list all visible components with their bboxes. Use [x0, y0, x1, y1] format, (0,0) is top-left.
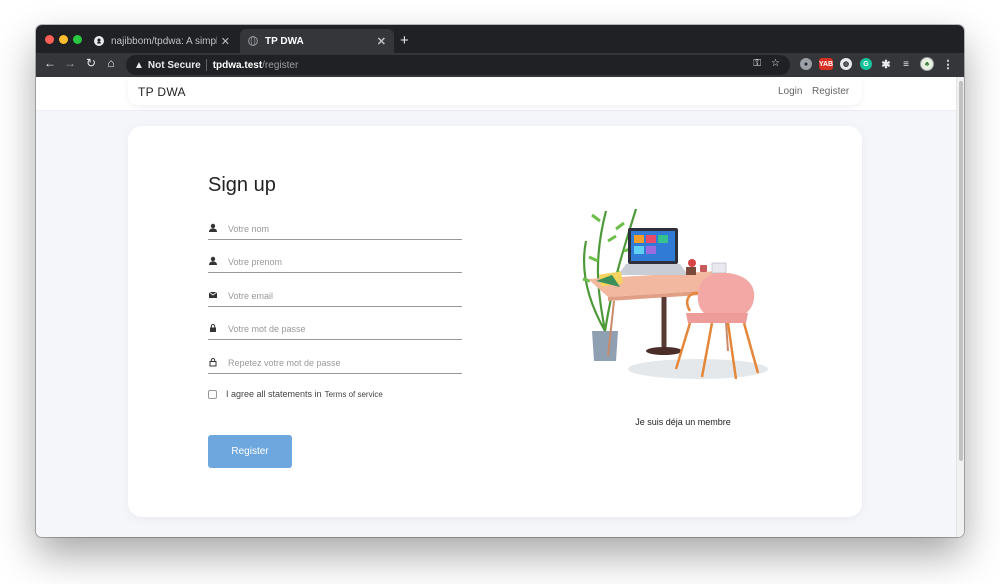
close-window-button[interactable]: [45, 35, 54, 44]
brand-logo[interactable]: TP DWA: [138, 85, 186, 99]
tab-title: TP DWA: [265, 35, 304, 47]
page-title: Sign up: [208, 174, 276, 196]
maximize-window-button[interactable]: [73, 35, 82, 44]
firstname-input[interactable]: [228, 255, 458, 269]
tab-github[interactable]: najibbom/tpdwa: A simple logi ✕: [86, 29, 238, 53]
browser-window: najibbom/tpdwa: A simple logi ✕ TP DWA ✕…: [36, 25, 964, 537]
register-link[interactable]: Register: [812, 86, 849, 97]
menu-icon[interactable]: ⋮: [942, 58, 954, 71]
url-host: tpdwa.test: [212, 59, 263, 71]
page-viewport: TP DWA Login Register Sign up Votre nom …: [36, 77, 964, 537]
password-field[interactable]: [208, 322, 462, 340]
back-icon[interactable]: ←: [42, 56, 58, 70]
firstname-field[interactable]: [208, 255, 462, 273]
puzzle-icon[interactable]: ✱: [880, 58, 892, 71]
star-icon[interactable]: ☆: [771, 58, 780, 69]
tab-title: najibbom/tpdwa: A simple logi: [111, 35, 217, 47]
globe-icon: [248, 36, 258, 46]
password-confirm-input[interactable]: [228, 356, 458, 370]
name-field[interactable]: [208, 222, 462, 240]
agree-text: I agree all statements in: [226, 389, 322, 399]
scrollbar[interactable]: [956, 77, 964, 537]
divider: [205, 59, 207, 71]
navbar: TP DWA Login Register: [128, 77, 862, 105]
warning-icon: ▲: [134, 59, 144, 71]
url-path: /register: [262, 59, 299, 71]
desk-illustration: [582, 208, 768, 380]
name-input[interactable]: [228, 222, 458, 236]
extension-circle-icon[interactable]: ●: [800, 58, 812, 70]
forward-icon[interactable]: →: [62, 56, 78, 70]
user-icon: [209, 256, 217, 265]
terms-link[interactable]: Terms of service: [325, 390, 383, 399]
extension-globe-icon[interactable]: ◍: [840, 58, 852, 70]
login-link[interactable]: Login: [778, 86, 802, 97]
tab-strip: najibbom/tpdwa: A simple logi ✕ TP DWA ✕…: [36, 25, 964, 53]
close-icon[interactable]: ✕: [221, 35, 230, 48]
email-input[interactable]: [228, 289, 458, 303]
mail-icon: [208, 291, 218, 298]
grammarly-icon[interactable]: G: [860, 58, 872, 70]
reload-icon[interactable]: ↻: [83, 56, 99, 70]
lock-open-icon: [209, 358, 217, 367]
register-button[interactable]: Register: [208, 435, 292, 468]
user-icon: [209, 223, 217, 232]
terms-checkbox[interactable]: [208, 389, 217, 399]
key-icon[interactable]: ⚿: [753, 58, 761, 69]
github-icon: [94, 36, 104, 46]
reading-list-icon[interactable]: ≡: [900, 58, 912, 70]
email-field[interactable]: [208, 289, 462, 307]
member-link[interactable]: Je suis déja un membre: [618, 417, 748, 427]
new-tab-button[interactable]: +: [400, 32, 409, 49]
browser-toolbar: ← → ↻ ⌂ ▲ Not Secure tpdwa.test /registe…: [36, 53, 964, 77]
lock-icon: [210, 324, 216, 332]
security-label[interactable]: Not Secure: [148, 60, 201, 71]
terms-agreement: I agree all statements in Terms of servi…: [208, 389, 383, 399]
omnibox-actions: ⚿ ☆: [753, 58, 780, 69]
address-bar[interactable]: ▲ Not Secure tpdwa.test /register ⚿ ☆: [126, 55, 790, 75]
tab-tpdwa[interactable]: TP DWA ✕: [240, 29, 394, 53]
home-icon[interactable]: ⌂: [103, 56, 119, 70]
extension-yab-icon[interactable]: YAB: [819, 58, 833, 70]
avatar[interactable]: ♣: [920, 57, 934, 71]
close-icon[interactable]: ✕: [377, 35, 386, 48]
password-input[interactable]: [228, 322, 458, 336]
minimize-window-button[interactable]: [59, 35, 68, 44]
scrollbar-thumb[interactable]: [959, 81, 963, 461]
password-confirm-field[interactable]: [208, 356, 462, 374]
signup-card: Sign up I agre: [128, 126, 862, 517]
